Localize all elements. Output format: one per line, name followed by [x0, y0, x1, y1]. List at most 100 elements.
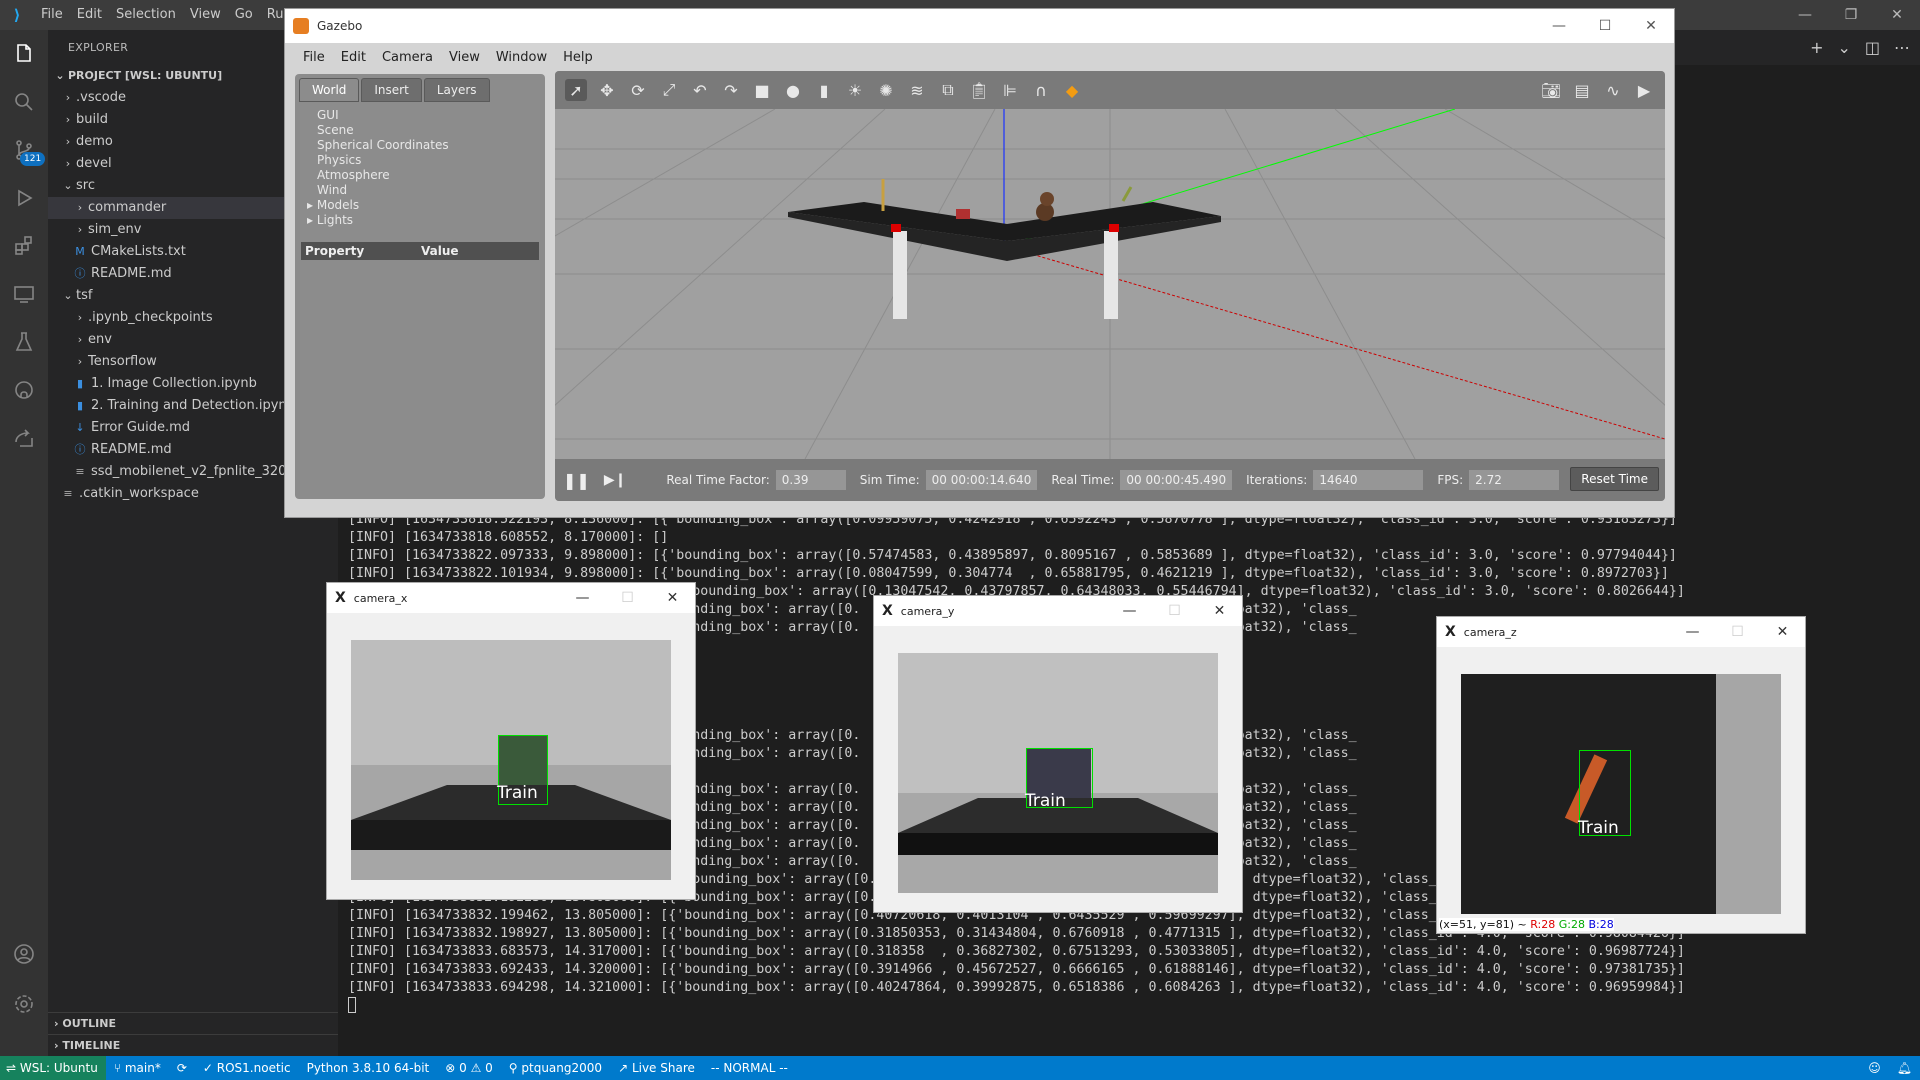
settings-gear-icon[interactable]	[0, 980, 48, 1028]
close-icon[interactable]: ✕	[1628, 9, 1674, 43]
detection-label: Train	[497, 783, 538, 803]
undo-icon[interactable]: ↶	[689, 79, 711, 101]
source-control-icon[interactable]	[0, 126, 48, 174]
camera-y-window: X camera_y — ☐ ✕ Train	[873, 595, 1243, 913]
rotate-mode-icon[interactable]: ⟳	[627, 79, 649, 101]
tree-item-gui[interactable]: GUI	[317, 108, 545, 123]
gazebo-scene[interactable]	[555, 109, 1665, 459]
video-record-icon[interactable]: ▶	[1633, 79, 1655, 101]
minimize-icon[interactable]: —	[1782, 0, 1828, 30]
explorer-icon[interactable]	[0, 30, 48, 78]
live-share-icon[interactable]	[0, 414, 48, 462]
maximize-icon[interactable]: ☐	[1582, 9, 1628, 43]
run-debug-icon[interactable]	[0, 174, 48, 222]
tree-item-models[interactable]: ▸ Models	[307, 198, 545, 213]
tree-item-label: README.md	[91, 442, 172, 457]
dropdown-icon[interactable]: ⌄	[1837, 38, 1850, 57]
vs-menu-view[interactable]: View	[183, 0, 228, 30]
problems-count[interactable]: ⊗ 0 ⚠ 0	[437, 1056, 501, 1080]
outline-section[interactable]: › OUTLINE	[48, 1012, 338, 1034]
vs-menu-selection[interactable]: Selection	[109, 0, 183, 30]
extensions-icon[interactable]	[0, 222, 48, 270]
gz-menu-window[interactable]: Window	[488, 50, 555, 65]
vs-menu-edit[interactable]: Edit	[70, 0, 109, 30]
gz-menu-view[interactable]: View	[441, 50, 488, 65]
change-view-icon[interactable]: ◆	[1061, 79, 1083, 101]
translate-mode-icon[interactable]: ✥	[596, 79, 618, 101]
user-account[interactable]: ⚲ ptquang2000	[501, 1056, 610, 1080]
paste-icon[interactable]: 📋︎	[968, 79, 990, 101]
tab-layers[interactable]: Layers	[423, 78, 490, 102]
gz-menu-edit[interactable]: Edit	[333, 50, 374, 65]
python-interpreter[interactable]: Python 3.8.10 64-bit	[299, 1056, 438, 1080]
reset-time-button[interactable]: Reset Time	[1570, 467, 1659, 491]
tree-item-wind[interactable]: Wind	[317, 183, 545, 198]
split-editor-icon[interactable]: ◫	[1865, 38, 1880, 57]
minimize-icon[interactable]: —	[1107, 596, 1152, 626]
redo-icon[interactable]: ↷	[720, 79, 742, 101]
expand-arrow-icon[interactable]: ▸	[307, 213, 317, 227]
timeline-section[interactable]: › TIMELINE	[48, 1034, 338, 1056]
feedback-icon[interactable]: ☺	[1860, 1056, 1889, 1080]
search-icon[interactable]	[0, 78, 48, 126]
copy-icon[interactable]: ⧉	[937, 79, 959, 101]
restore-icon[interactable]: ❐	[1828, 0, 1874, 30]
tree-item-lights[interactable]: ▸ Lights	[307, 213, 545, 228]
notifications-icon[interactable]: 🔔︎	[1889, 1056, 1920, 1080]
remote-indicator[interactable]: ⇌ WSL: Ubuntu	[0, 1056, 106, 1080]
select-mode-icon[interactable]: ➚	[565, 79, 587, 101]
plot-icon[interactable]: ∿	[1602, 79, 1624, 101]
close-icon[interactable]: ✕	[1197, 596, 1242, 626]
gz-menu-help[interactable]: Help	[555, 50, 601, 65]
tree-item-scene[interactable]: Scene	[317, 123, 545, 138]
minimize-icon[interactable]: —	[560, 583, 605, 613]
more-actions-icon[interactable]: ⋯	[1894, 38, 1910, 57]
tab-insert[interactable]: Insert	[361, 78, 422, 102]
remote-explorer-icon[interactable]	[0, 270, 48, 318]
git-branch[interactable]: ⑂ main*	[106, 1056, 169, 1080]
step-icon[interactable]: ▶❙	[604, 472, 627, 488]
ros-version[interactable]: ✓ ROS1.noetic	[195, 1056, 299, 1080]
close-icon[interactable]: ✕	[650, 583, 695, 613]
pause-icon[interactable]: ❚❚	[563, 471, 590, 490]
align-icon[interactable]: ⊫	[999, 79, 1021, 101]
minimize-icon[interactable]: —	[1536, 9, 1582, 43]
gazebo-title: Gazebo	[317, 19, 363, 33]
box-shape-icon[interactable]: ■	[751, 79, 773, 101]
gz-menu-camera[interactable]: Camera	[374, 50, 441, 65]
point-light-icon[interactable]: ☀	[844, 79, 866, 101]
tab-world[interactable]: World	[299, 78, 360, 102]
new-terminal-icon[interactable]: +	[1810, 38, 1823, 57]
gazebo-toolbar: ➚ ✥ ⟳ ⤢ ↶ ↷ ■ ● ▮ ☀ ✺ ≋ ⧉ 📋︎ ⊫ ∩ ◆ 📷︎ ▤ …	[555, 71, 1665, 109]
log-icon[interactable]: ▤	[1571, 79, 1593, 101]
close-icon[interactable]: ✕	[1874, 0, 1920, 30]
x11-logo-icon: X	[335, 590, 346, 606]
gazebo-3d-view: ➚ ✥ ⟳ ⤢ ↶ ↷ ■ ● ▮ ☀ ✺ ≋ ⧉ 📋︎ ⊫ ∩ ◆ 📷︎ ▤ …	[555, 71, 1665, 501]
tree-item-spherical[interactable]: Spherical Coordinates	[317, 138, 545, 153]
real-time-label: Real Time:	[1051, 473, 1115, 487]
testing-icon[interactable]	[0, 318, 48, 366]
screenshot-icon[interactable]: 📷︎	[1540, 79, 1562, 101]
notebook-file-icon: ▮	[76, 399, 84, 412]
tree-item-label: .vscode	[76, 90, 126, 105]
account-icon[interactable]	[0, 930, 48, 978]
vs-menu-file[interactable]: File	[34, 0, 70, 30]
cylinder-shape-icon[interactable]: ▮	[813, 79, 835, 101]
snap-icon[interactable]: ∩	[1030, 79, 1052, 101]
gz-menu-file[interactable]: File	[295, 50, 333, 65]
scale-mode-icon[interactable]: ⤢	[658, 79, 680, 101]
spot-light-icon[interactable]: ✺	[875, 79, 897, 101]
camera-z-image: Train	[1461, 674, 1781, 914]
tree-item-physics[interactable]: Physics	[317, 153, 545, 168]
expand-arrow-icon[interactable]: ▸	[307, 198, 317, 212]
sync-icon[interactable]: ⟳	[169, 1056, 195, 1080]
github-icon[interactable]	[0, 366, 48, 414]
camera-z-titlebar: X camera_z — ☐ ✕	[1437, 617, 1805, 647]
directional-light-icon[interactable]: ≋	[906, 79, 928, 101]
live-share-status[interactable]: ↗ Live Share	[610, 1056, 703, 1080]
minimize-icon[interactable]: —	[1670, 617, 1715, 647]
sphere-shape-icon[interactable]: ●	[782, 79, 804, 101]
vs-menu-go[interactable]: Go	[228, 0, 260, 30]
tree-item-atmosphere[interactable]: Atmosphere	[317, 168, 545, 183]
close-icon[interactable]: ✕	[1760, 617, 1805, 647]
